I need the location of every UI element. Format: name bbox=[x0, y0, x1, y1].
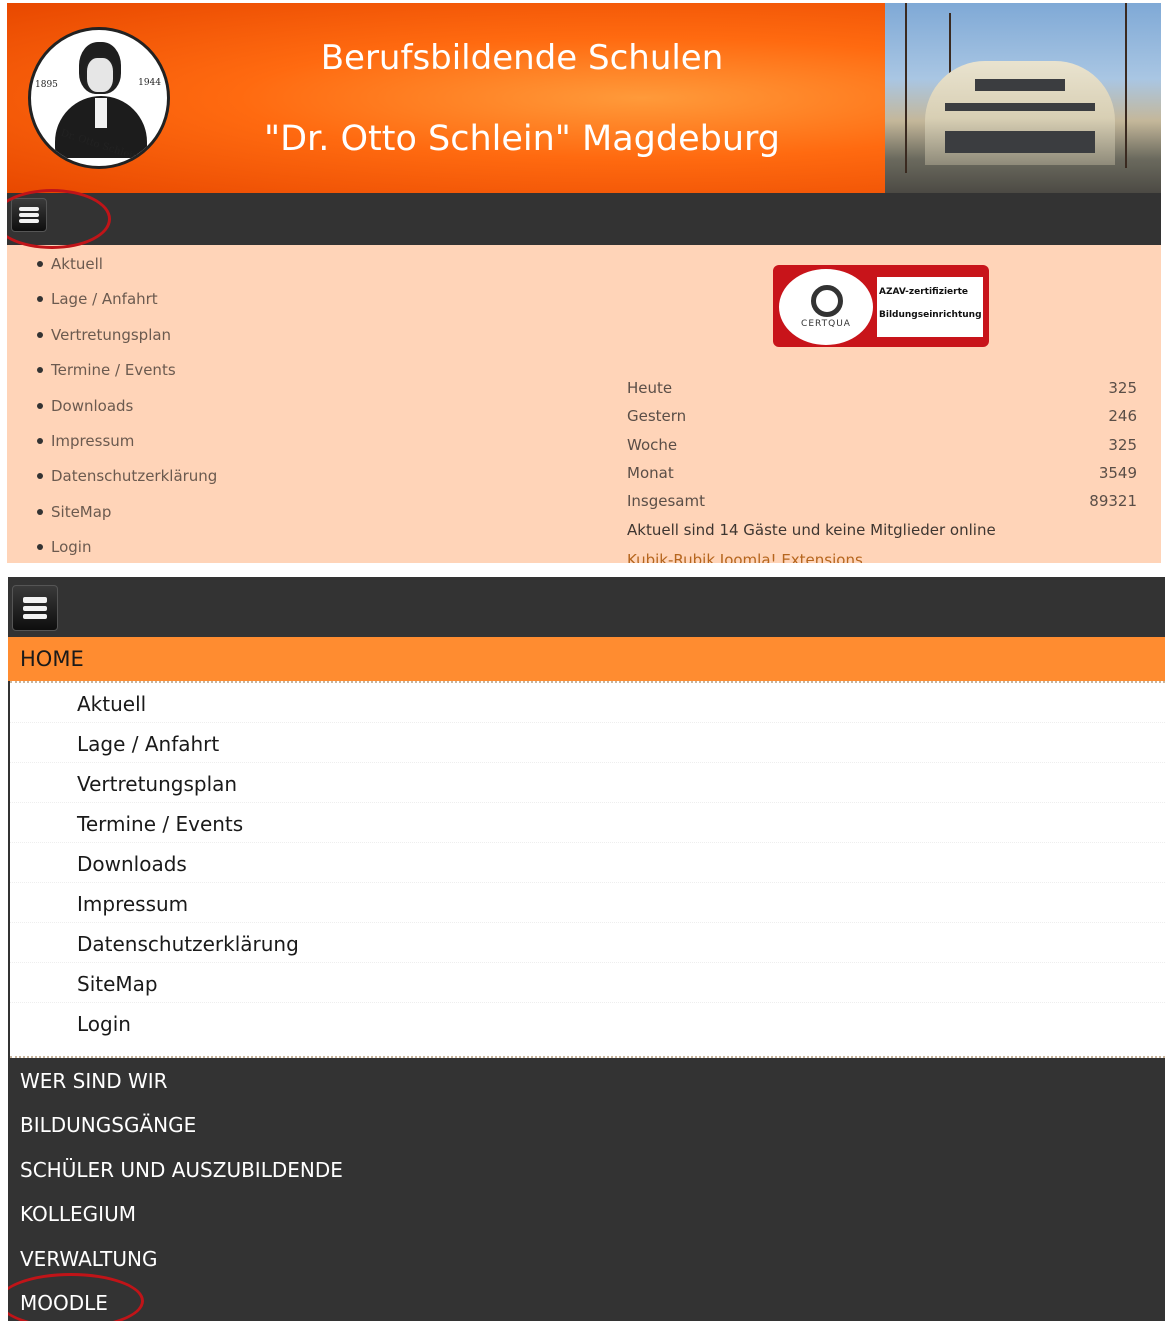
menu-item-kollegium[interactable]: KOLLEGIUM bbox=[8, 1193, 1165, 1237]
submenu-item[interactable]: Downloads bbox=[10, 843, 1165, 883]
site-banner: 1895 1944 Dr. Otto Schlein Berufsbildend… bbox=[7, 3, 1161, 193]
bullet-icon bbox=[37, 437, 43, 444]
stat-row: Monat 3549 bbox=[627, 463, 1137, 482]
submenu-item[interactable]: Login bbox=[10, 1003, 1165, 1043]
seal-text: CERTQUA bbox=[801, 319, 851, 329]
submenu-item[interactable]: SiteMap bbox=[10, 963, 1165, 1003]
menu-bar bbox=[8, 577, 1165, 637]
submenu-item[interactable]: Aktuell bbox=[10, 683, 1165, 723]
school-building-photo bbox=[885, 3, 1161, 193]
list-item[interactable]: Lage / Anfahrt bbox=[35, 290, 217, 325]
list-item[interactable]: Aktuell bbox=[35, 255, 217, 290]
bullet-icon bbox=[37, 402, 43, 409]
bullet-icon bbox=[37, 296, 43, 303]
list-item[interactable]: Impressum bbox=[35, 432, 217, 467]
mobile-menu-screenshot: HOME Aktuell Lage / Anfahrt Vertretungsp… bbox=[8, 577, 1165, 1321]
menu-item-bildungsgaenge[interactable]: BILDUNGSGÄNGE bbox=[8, 1104, 1165, 1148]
stat-row: Woche 325 bbox=[627, 435, 1137, 454]
submenu-item[interactable]: Lage / Anfahrt bbox=[10, 723, 1165, 763]
logo-year-left: 1895 bbox=[35, 80, 58, 90]
logo-year-right: 1944 bbox=[138, 78, 161, 88]
certqua-seal-icon: CERTQUA bbox=[777, 267, 875, 347]
stat-row: Heute 325 bbox=[627, 379, 1137, 397]
list-item[interactable]: Login bbox=[35, 538, 217, 563]
main-menu: WER SIND WIR BILDUNGSGÄNGE SCHÜLER UND A… bbox=[8, 1060, 1165, 1321]
hamburger-icon[interactable] bbox=[12, 585, 58, 631]
submenu-item[interactable]: Impressum bbox=[10, 883, 1165, 923]
bullet-icon bbox=[37, 508, 43, 515]
azav-certification-badge: CERTQUA AZAV-zertifizierte Bildungseinri… bbox=[773, 265, 989, 347]
site-title-line1: Berufsbildende Schulen bbox=[320, 38, 724, 78]
menu-item-wer-sind-wir[interactable]: WER SIND WIR bbox=[8, 1060, 1165, 1104]
desktop-view-screenshot: 1895 1944 Dr. Otto Schlein Berufsbildend… bbox=[7, 3, 1161, 563]
submenu-item[interactable]: Datenschutzerklärung bbox=[10, 923, 1165, 963]
bullet-icon bbox=[37, 367, 43, 374]
visitor-counter: Heute 325 Gestern 246 Woche 325 Monat 3549 I… bbox=[627, 379, 1137, 520]
bullet-icon bbox=[37, 331, 43, 338]
home-submenu: Aktuell Lage / Anfahrt Vertretungsplan T… bbox=[10, 681, 1165, 1058]
list-item[interactable]: SiteMap bbox=[35, 503, 217, 538]
bullet-icon bbox=[37, 473, 43, 480]
list-item[interactable]: Datenschutzerklärung bbox=[35, 467, 217, 502]
extension-credit-link[interactable]: Kubik-Rubik Joomla! Extensions bbox=[627, 551, 863, 563]
submenu-item[interactable]: Termine / Events bbox=[10, 803, 1165, 843]
sidebar-menu: Aktuell Lage / Anfahrt Vertretungsplan T… bbox=[35, 255, 217, 563]
stat-row: Gestern 246 bbox=[627, 407, 1137, 426]
submenu-item[interactable]: Vertretungsplan bbox=[10, 763, 1165, 803]
menu-item-moodle[interactable]: MOODLE bbox=[8, 1282, 1165, 1321]
badge-line2: Bildungseinrichtung bbox=[879, 310, 982, 320]
bullet-icon bbox=[37, 261, 43, 267]
site-title-line2: "Dr. Otto Schlein" Magdeburg bbox=[263, 119, 781, 159]
list-item[interactable]: Downloads bbox=[35, 397, 217, 432]
menu-item-schueler[interactable]: SCHÜLER UND AUSZUBILDENDE bbox=[8, 1149, 1165, 1193]
list-item[interactable]: Termine / Events bbox=[35, 361, 217, 396]
menu-bar bbox=[7, 193, 1161, 245]
online-status-text: Aktuell sind 14 Gäste und keine Mitglied… bbox=[627, 521, 996, 539]
list-item[interactable]: Vertretungsplan bbox=[35, 326, 217, 361]
stat-row: Insgesamt 89321 bbox=[627, 492, 1137, 511]
menu-item-home[interactable]: HOME bbox=[8, 637, 1165, 681]
menu-item-verwaltung[interactable]: VERWALTUNG bbox=[8, 1238, 1165, 1282]
school-logo: 1895 1944 Dr. Otto Schlein bbox=[28, 27, 170, 169]
badge-line1: AZAV-zertifizierte bbox=[879, 287, 969, 297]
bullet-icon bbox=[37, 544, 43, 551]
